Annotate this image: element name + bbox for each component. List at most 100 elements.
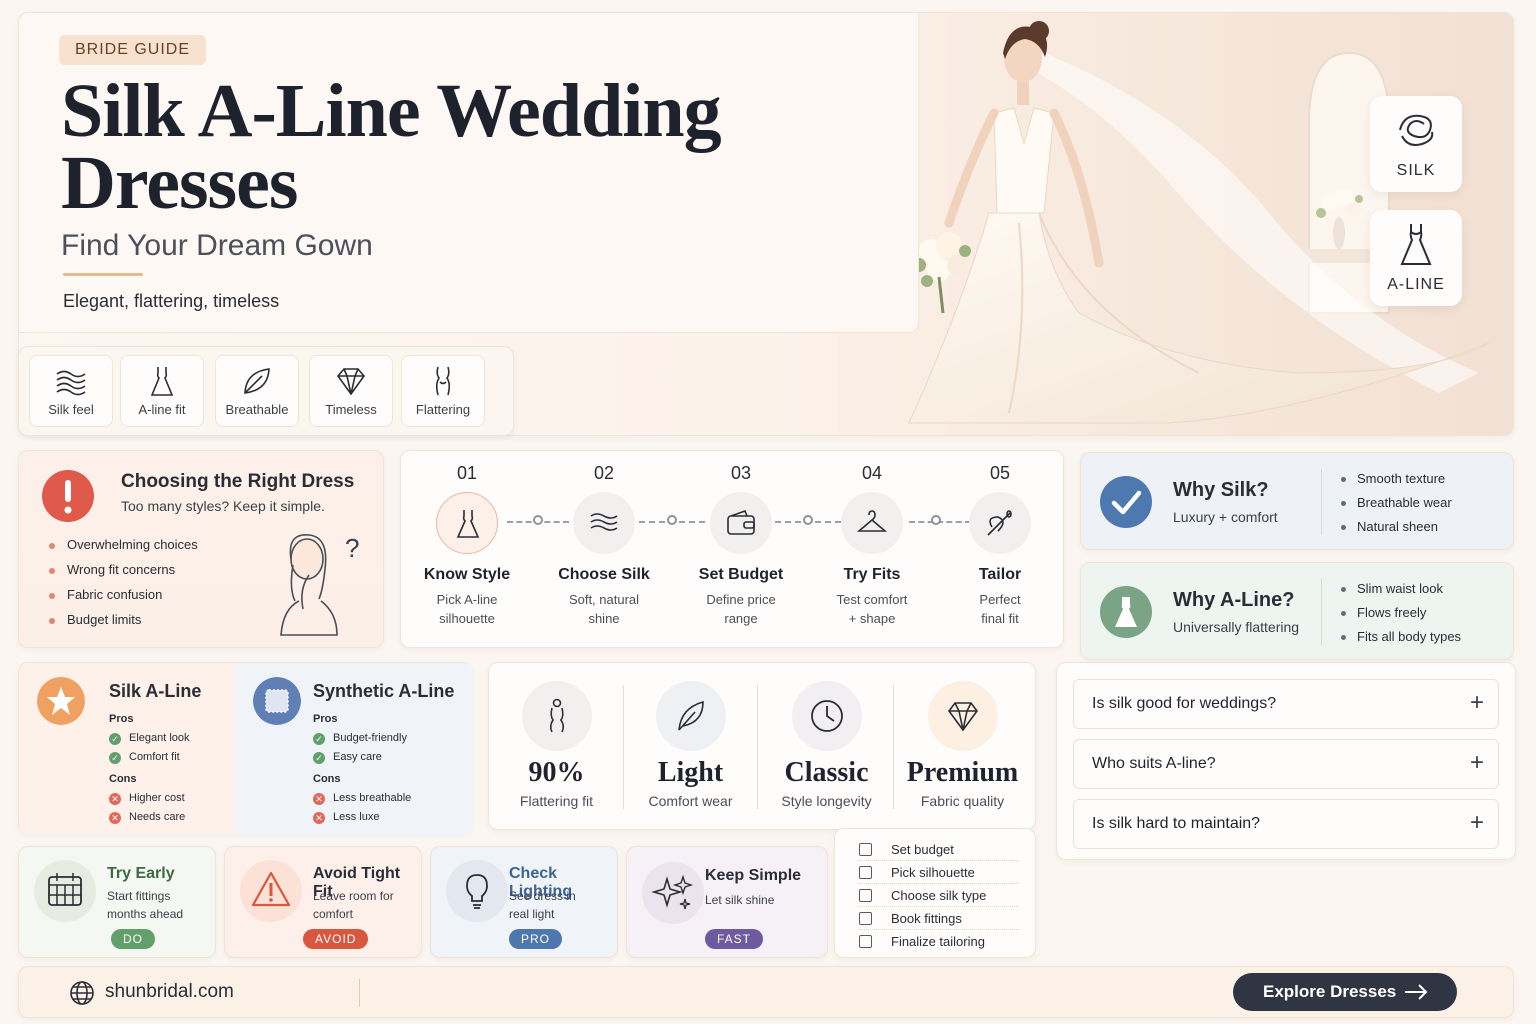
con-item: ✕ Higher cost [109, 792, 185, 805]
list-item: Overwhelming choices [47, 537, 198, 562]
concerns-list: Overwhelming choices Wrong fit concerns … [47, 537, 198, 637]
con-item: ✕ Needs care [109, 811, 185, 824]
step-number: 01 [456, 463, 478, 483]
body-icon [426, 364, 460, 398]
stat-flattering-fit: 90% Flattering fit [489, 663, 624, 809]
step-desc: + shape [848, 611, 896, 626]
leaf-icon [240, 364, 274, 398]
hero-text-panel: BRIDE GUIDE Silk A-Line Wedding Dresses … [19, 13, 919, 333]
list-item: Fits all body types [1339, 627, 1461, 651]
step-number: 02 [593, 463, 615, 483]
arrow-right-icon [1405, 984, 1428, 1000]
step-know-style[interactable]: 01 Know Style Pick A-line silhouette [407, 451, 527, 628]
stat-value: Classic [784, 757, 869, 788]
x-icon: ✕ [313, 812, 325, 824]
why-silk-card: Why Silk? Luxury + comfort Smooth textur… [1080, 452, 1514, 550]
pro-badge: PRO [509, 929, 563, 949]
checkbox[interactable] [859, 912, 872, 925]
faq-item-silk-weddings[interactable]: Is silk good for weddings? + [1073, 679, 1499, 729]
step-title: Know Style [423, 566, 511, 583]
silk-a-line-panel: Silk A-Line Pros ✓ Elegant look ✓ Comfort … [19, 663, 235, 835]
dress-icon [1100, 586, 1152, 638]
subtitle-divider [63, 273, 143, 276]
divider [359, 979, 360, 1007]
step-desc: Define price [706, 592, 776, 607]
list-item: Fabric confusion [47, 587, 198, 612]
checklist-item[interactable]: Pick silhouette [859, 862, 1019, 884]
checklist-item[interactable]: Finalize tailoring [859, 931, 1019, 953]
tip-desc: Let silk shine [705, 893, 775, 907]
a-line-badge: A-LINE [1370, 210, 1462, 306]
calendar-icon [34, 860, 96, 922]
body-icon [521, 681, 592, 751]
checkbox[interactable] [859, 866, 872, 879]
step-connector-dot [667, 515, 677, 525]
plus-icon[interactable]: + [1470, 749, 1484, 777]
list-item: Flows freely [1339, 603, 1461, 627]
synthetic-a-line-panel: Synthetic A-Line Pros ✓ Budget-friendly ✓… [235, 663, 473, 835]
stat-classic: Classic Style longevity [759, 663, 894, 809]
compare-card: Silk A-Line Pros ✓ Elegant look ✓ Comfort … [18, 662, 473, 835]
checkbox[interactable] [859, 889, 872, 902]
bride-guide-badge: BRIDE GUIDE [59, 35, 207, 65]
checklist-item[interactable]: Book fittings [859, 908, 1019, 930]
list-item: Slim waist look [1339, 579, 1461, 603]
synthetic-a-line-title: Synthetic A-Line [313, 681, 455, 701]
cons-label: Cons [109, 773, 137, 785]
checklist-item[interactable]: Choose silk type [859, 885, 1019, 907]
step-choose-silk[interactable]: 02 Choose Silk Soft, natural shine [544, 451, 664, 628]
step-tailor[interactable]: 05 Tailor Perfect final fit [940, 451, 1060, 628]
check-icon: ✓ [109, 752, 121, 764]
checkbox[interactable] [859, 843, 872, 856]
list-item: Smooth texture [1339, 469, 1452, 493]
list-item: Budget limits [47, 612, 198, 637]
divider [1321, 469, 1322, 535]
globe-icon [70, 981, 94, 1005]
step-number: 04 [861, 463, 883, 483]
fabric-square-icon [253, 677, 301, 725]
lightbulb-icon [446, 860, 508, 922]
choosing-subtitle: Too many styles? Keep it simple. [121, 498, 325, 514]
cons-label: Cons [313, 773, 341, 785]
step-desc: final fit [981, 611, 1019, 626]
checkbox[interactable] [859, 935, 872, 948]
divider [757, 685, 758, 809]
feature-flattering[interactable]: Flattering [401, 355, 485, 427]
website-link[interactable]: shunbridal.com [105, 981, 234, 1003]
tip-desc: Leave room for comfort [313, 889, 394, 921]
plus-icon[interactable]: + [1470, 689, 1484, 717]
feature-label: A-line fit [138, 402, 186, 417]
footer-bar: shunbridal.com Explore Dresses [18, 966, 1514, 1018]
step-set-budget[interactable]: 03 Set Budget Define price range [681, 451, 801, 628]
do-badge: DO [111, 929, 155, 949]
feature-a-line-fit[interactable]: A-line fit [120, 355, 204, 427]
why-silk-subtitle: Luxury + comfort [1173, 509, 1278, 525]
feature-silk-feel[interactable]: Silk feel [29, 355, 113, 427]
waves-icon [573, 492, 635, 554]
sparkles-icon [642, 862, 704, 924]
list-item: Natural sheen [1339, 517, 1452, 541]
step-try-fits[interactable]: 04 Try Fits Test comfort + shape [812, 451, 932, 628]
feature-breathable[interactable]: Breathable [215, 355, 299, 427]
explore-dresses-button[interactable]: Explore Dresses [1233, 973, 1457, 1011]
x-icon: ✕ [109, 812, 121, 824]
why-silk-title: Why Silk? [1173, 479, 1269, 501]
explore-dresses-label: Explore Dresses [1263, 982, 1397, 1001]
avoid-badge: AVOID [303, 929, 369, 949]
silk-badge: SILK [1370, 96, 1462, 192]
dress-icon [436, 492, 498, 554]
steps-card: 01 Know Style Pick A-line silhouette 02 … [400, 450, 1064, 648]
hanger-icon [841, 492, 903, 554]
step-connector-dot [533, 515, 543, 525]
checklist-item[interactable]: Set budget [859, 839, 1019, 861]
feature-label: Silk feel [48, 402, 94, 417]
feature-timeless[interactable]: Timeless [309, 355, 393, 427]
faq-question: Is silk hard to maintain? [1092, 815, 1261, 832]
fast-badge: FAST [705, 929, 764, 949]
faq-item-maintain[interactable]: Is silk hard to maintain? + [1073, 799, 1499, 849]
checklist-card: Set budget Pick silhouette Choose silk t… [834, 828, 1036, 958]
faq-item-who-suits[interactable]: Who suits A-line? + [1073, 739, 1499, 789]
list-item: Wrong fit concerns [47, 562, 198, 587]
divider [893, 685, 894, 809]
plus-icon[interactable]: + [1470, 809, 1484, 837]
